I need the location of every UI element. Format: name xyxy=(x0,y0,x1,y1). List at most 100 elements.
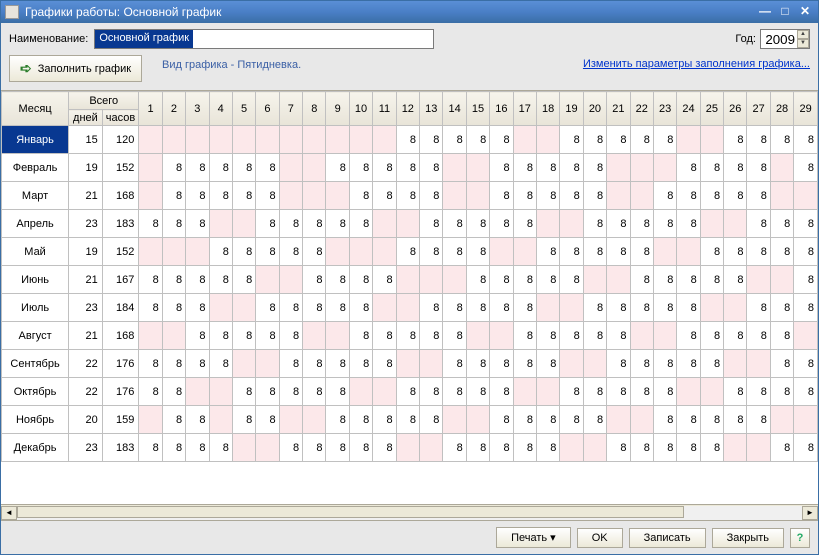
day-cell[interactable]: 8 xyxy=(560,126,583,154)
day-cell[interactable] xyxy=(162,126,185,154)
day-cell[interactable]: 8 xyxy=(770,210,793,238)
day-cell[interactable]: 8 xyxy=(583,126,606,154)
table-row[interactable]: Ноябрь201598888888888888888888 xyxy=(2,406,818,434)
table-row[interactable]: Сентябрь22176888888888888888888888 xyxy=(2,350,818,378)
day-cell[interactable]: 8 xyxy=(420,126,443,154)
day-cell[interactable]: 8 xyxy=(794,126,818,154)
day-cell[interactable]: 8 xyxy=(420,406,443,434)
day-cell[interactable] xyxy=(232,350,255,378)
scroll-left-button[interactable]: ◄ xyxy=(1,506,17,520)
day-cell[interactable]: 8 xyxy=(770,378,793,406)
day-cell[interactable] xyxy=(303,182,326,210)
day-cell[interactable]: 8 xyxy=(630,378,653,406)
table-row[interactable]: Апрель23183888888888888888888888 xyxy=(2,210,818,238)
day-cell[interactable]: 8 xyxy=(677,210,700,238)
day-cell[interactable]: 8 xyxy=(653,434,676,462)
day-cell[interactable] xyxy=(186,238,209,266)
day-cell[interactable]: 8 xyxy=(232,322,255,350)
day-cell[interactable]: 8 xyxy=(794,238,818,266)
day-cell[interactable]: 8 xyxy=(560,378,583,406)
day-cell[interactable]: 8 xyxy=(513,266,536,294)
day-cell[interactable]: 8 xyxy=(349,406,372,434)
day-cell[interactable]: 8 xyxy=(560,154,583,182)
day-cell[interactable] xyxy=(466,406,489,434)
day-cell[interactable]: 8 xyxy=(607,322,630,350)
close-window-button[interactable]: Закрыть xyxy=(712,528,784,548)
day-cell[interactable]: 8 xyxy=(513,154,536,182)
day-cell[interactable]: 8 xyxy=(162,406,185,434)
day-cell[interactable] xyxy=(466,182,489,210)
day-cell[interactable] xyxy=(326,322,349,350)
day-cell[interactable]: 8 xyxy=(794,210,818,238)
day-cell[interactable]: 8 xyxy=(583,210,606,238)
day-cell[interactable]: 8 xyxy=(560,266,583,294)
day-cell[interactable]: 8 xyxy=(513,182,536,210)
day-cell[interactable]: 8 xyxy=(209,350,232,378)
day-cell[interactable]: 8 xyxy=(490,182,513,210)
day-cell[interactable] xyxy=(326,182,349,210)
year-spin-down[interactable]: ▼ xyxy=(797,39,809,48)
day-cell[interactable]: 8 xyxy=(536,434,559,462)
day-cell[interactable] xyxy=(443,154,466,182)
day-cell[interactable]: 8 xyxy=(209,266,232,294)
day-cell[interactable]: 8 xyxy=(279,238,302,266)
day-cell[interactable] xyxy=(139,322,162,350)
day-cell[interactable]: 8 xyxy=(583,378,606,406)
day-cell[interactable] xyxy=(583,350,606,378)
day-cell[interactable]: 8 xyxy=(536,350,559,378)
day-cell[interactable] xyxy=(490,322,513,350)
table-row[interactable]: Май191528888888888888888888 xyxy=(2,238,818,266)
day-cell[interactable] xyxy=(186,126,209,154)
day-cell[interactable] xyxy=(490,238,513,266)
day-cell[interactable] xyxy=(677,378,700,406)
day-cell[interactable]: 8 xyxy=(677,294,700,322)
day-cell[interactable] xyxy=(630,182,653,210)
day-cell[interactable]: 8 xyxy=(396,322,419,350)
day-cell[interactable]: 8 xyxy=(677,350,700,378)
day-cell[interactable]: 8 xyxy=(466,378,489,406)
day-cell[interactable]: 8 xyxy=(630,210,653,238)
close-button[interactable]: ✕ xyxy=(796,4,814,20)
day-cell[interactable]: 8 xyxy=(536,406,559,434)
day-cell[interactable]: 8 xyxy=(770,322,793,350)
day-cell[interactable]: 8 xyxy=(747,210,770,238)
day-cell[interactable]: 8 xyxy=(420,322,443,350)
day-cell[interactable] xyxy=(256,266,279,294)
day-cell[interactable] xyxy=(630,406,653,434)
day-cell[interactable]: 8 xyxy=(139,350,162,378)
day-cell[interactable]: 8 xyxy=(279,378,302,406)
day-cell[interactable]: 8 xyxy=(256,154,279,182)
day-cell[interactable] xyxy=(373,294,396,322)
day-cell[interactable]: 8 xyxy=(747,406,770,434)
save-button[interactable]: Записать xyxy=(629,528,706,548)
day-cell[interactable] xyxy=(303,126,326,154)
day-cell[interactable]: 8 xyxy=(513,210,536,238)
day-cell[interactable]: 8 xyxy=(373,266,396,294)
day-cell[interactable] xyxy=(396,266,419,294)
day-cell[interactable] xyxy=(536,210,559,238)
day-cell[interactable]: 8 xyxy=(607,210,630,238)
day-cell[interactable] xyxy=(162,238,185,266)
day-cell[interactable]: 8 xyxy=(490,350,513,378)
day-cell[interactable]: 8 xyxy=(794,350,818,378)
day-cell[interactable]: 8 xyxy=(466,434,489,462)
day-cell[interactable] xyxy=(349,238,372,266)
day-cell[interactable]: 8 xyxy=(583,406,606,434)
table-row[interactable]: Февраль1915288888888888888888888 xyxy=(2,154,818,182)
day-cell[interactable]: 8 xyxy=(303,238,326,266)
day-cell[interactable]: 8 xyxy=(513,350,536,378)
day-cell[interactable] xyxy=(724,210,747,238)
day-cell[interactable]: 8 xyxy=(326,154,349,182)
day-cell[interactable]: 8 xyxy=(139,266,162,294)
day-cell[interactable]: 8 xyxy=(747,294,770,322)
day-cell[interactable]: 8 xyxy=(724,378,747,406)
day-cell[interactable]: 8 xyxy=(443,210,466,238)
day-cell[interactable] xyxy=(209,126,232,154)
day-cell[interactable]: 8 xyxy=(279,210,302,238)
day-cell[interactable]: 8 xyxy=(513,406,536,434)
day-cell[interactable]: 8 xyxy=(490,294,513,322)
day-cell[interactable] xyxy=(630,322,653,350)
day-cell[interactable]: 8 xyxy=(279,322,302,350)
day-cell[interactable] xyxy=(256,350,279,378)
day-cell[interactable]: 8 xyxy=(724,238,747,266)
